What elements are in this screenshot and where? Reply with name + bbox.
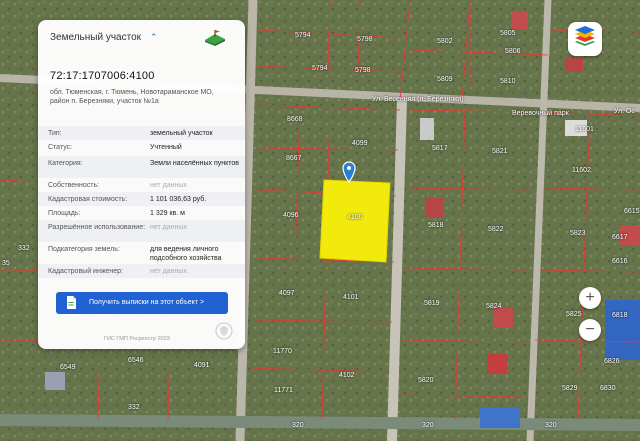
row-value: Учтенный [150,144,182,151]
panel-title: Земельный участок [50,32,142,43]
info-row: Кадастровая стоимость: 1 101 036,63 руб. [38,192,245,206]
road-label-right: Ул. Ос [614,108,635,115]
button-label: Получить выписки на этот объект > [89,299,205,306]
parcel-number: 5806 [505,48,521,55]
parcel-number: 11601 [575,126,594,133]
row-label: Тип: [48,130,62,137]
road-label: Ул. Весенняя (п. Березняки) [372,96,464,103]
poi-label: Веревочный парк [512,110,569,117]
info-row: Собственность: нет данных [38,178,245,192]
parcel-number: 320 [545,422,557,429]
parcel-number: 6818 [612,312,628,319]
row-value: 1 101 036,63 руб. [150,196,207,203]
panel-header: Земельный участок ⌃ [38,20,245,62]
parcel-number: 5822 [488,226,504,233]
row-label: Разрешённое использование: [48,224,146,231]
parcel-number: 320 [292,422,304,429]
parcel-number: 5829 [562,385,578,392]
parcel-number: 5824 [486,303,502,310]
info-row: Тип: земельный участок [38,126,245,140]
row-value: Земли населённых пунктов [150,160,240,167]
zoom-out-button[interactable]: − [579,319,601,341]
parcel-number: 5820 [418,377,434,384]
parcel-info-panel: Земельный участок ⌃ 72:17:1707006:4100 о… [38,20,245,349]
parcel-number: 8667 [286,155,302,162]
parcel-number: 6546 [128,357,144,364]
parcel-number: 11602 [572,167,591,174]
parcel-number: 5805 [500,30,516,37]
parcel-number: 6826 [604,358,620,365]
parcel-number: 5794 [295,32,311,39]
row-label: Площадь: [48,210,81,217]
parcel-number: 5825 [566,311,582,318]
parcel-number: 6616 [612,258,628,265]
row-value: нет данных [150,224,187,231]
row-label: Категория: [48,160,83,167]
address: обл. Тюменская, г. Тюмень, Новотараманск… [50,89,214,105]
parcel-number: 5818 [428,222,444,229]
parcel-number: 5821 [492,148,508,155]
parcel-number: 8668 [287,116,303,123]
parcel-number: 5810 [500,78,516,85]
row-value: для ведения личного подсобного хозяйства [150,246,222,262]
document-icon [67,296,76,309]
parcel-number: 35 [2,260,10,267]
parcel-number: 5798 [357,36,373,43]
row-value: земельный участок [150,130,213,137]
parcel-number: 6549 [60,364,76,371]
row-label: Статус: [48,144,73,151]
parcel-number: 5794 [312,65,328,72]
row-label: Кадастровый инженер: [48,268,123,275]
parcel-number: 320 [422,422,434,429]
get-extracts-button[interactable]: Получить выписки на этот объект > [56,292,228,314]
info-row: Категория: Земли населённых пунктов [38,156,245,178]
parcel-number: 4102 [339,372,355,379]
parcel-number: 5798 [355,67,371,74]
info-row: Площадь: 1 329 кв. м [38,206,245,220]
parcel-number: 4099 [352,140,368,147]
row-label: Подкатегория земель: [48,246,120,253]
parcel-number: 5802 [437,38,453,45]
info-row: Подкатегория земель: для ведения личного… [38,242,245,264]
row-value: нет данных [150,268,187,275]
row-value: 1 329 кв. м [150,210,185,217]
zoom-in-button[interactable]: + [579,287,601,309]
parcel-number: 6615 [624,208,640,215]
parcel-number: 11771 [274,387,293,394]
row-label: Собственность: [48,182,100,189]
panel-footer: ГИС ГМП Росреестр 2023 [104,336,170,342]
parcel-number: 5817 [432,145,448,152]
parcel-number: 4100 [347,214,363,221]
parcel-number: 6617 [612,234,628,241]
land-plot-icon [205,30,225,46]
parcel-number: 4096 [283,212,299,219]
parcel-number: 332 [18,245,30,252]
info-row: Статус: Учтенный [38,140,245,156]
parcel-number: 332 [128,404,140,411]
parcel-number: 5809 [437,76,453,83]
rosreestr-emblem-icon [215,322,233,340]
row-label: Кадастровая стоимость: [48,196,128,203]
parcel-number: 6830 [600,385,616,392]
chevron-up-icon[interactable]: ⌃ [150,32,158,43]
info-row: Кадастровый инженер: нет данных [38,264,245,278]
selected-parcel[interactable] [319,179,391,263]
parcel-number: 5823 [570,230,586,237]
cadastral-number: 72:17:1707006:4100 [50,70,155,82]
layers-icon [575,26,595,46]
parcel-number: 4097 [279,290,295,297]
parcel-number: 5819 [424,300,440,307]
info-row: Разрешённое использование: нет данных [38,220,245,242]
parcel-number: 4091 [194,362,210,369]
row-value: нет данных [150,182,187,189]
parcel-number: 11770 [273,348,292,355]
parcel-number: 4101 [343,294,359,301]
layers-button[interactable] [568,22,602,56]
